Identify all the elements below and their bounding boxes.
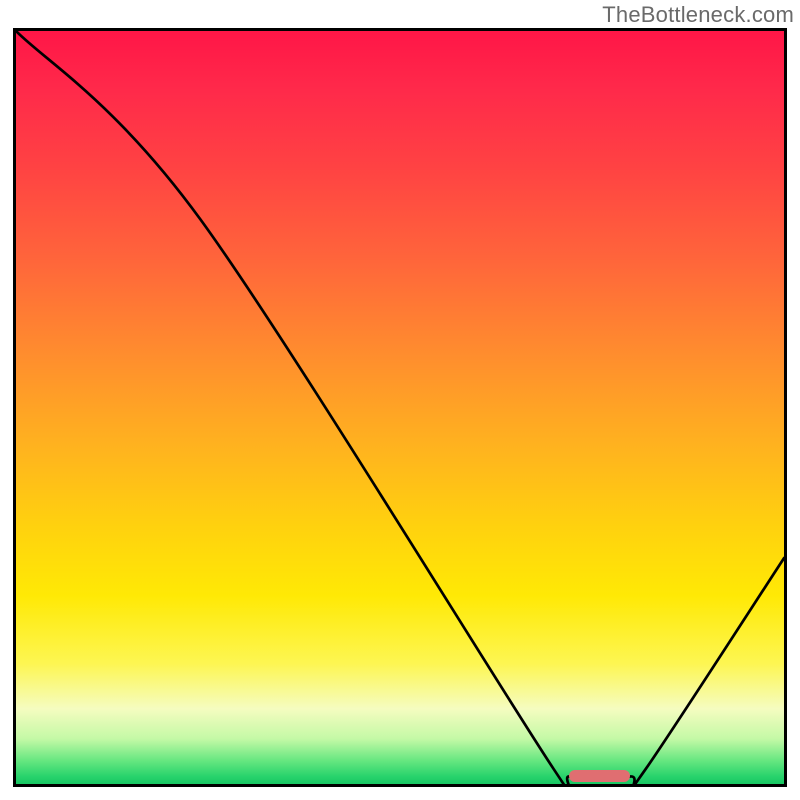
watermark-text: TheBottleneck.com: [602, 2, 794, 28]
optimal-range-marker: [569, 770, 630, 782]
bottleneck-curve-svg: [16, 31, 784, 784]
chart-canvas: TheBottleneck.com: [0, 0, 800, 800]
chart-frame: [13, 28, 787, 787]
bottleneck-curve-path: [16, 31, 784, 784]
